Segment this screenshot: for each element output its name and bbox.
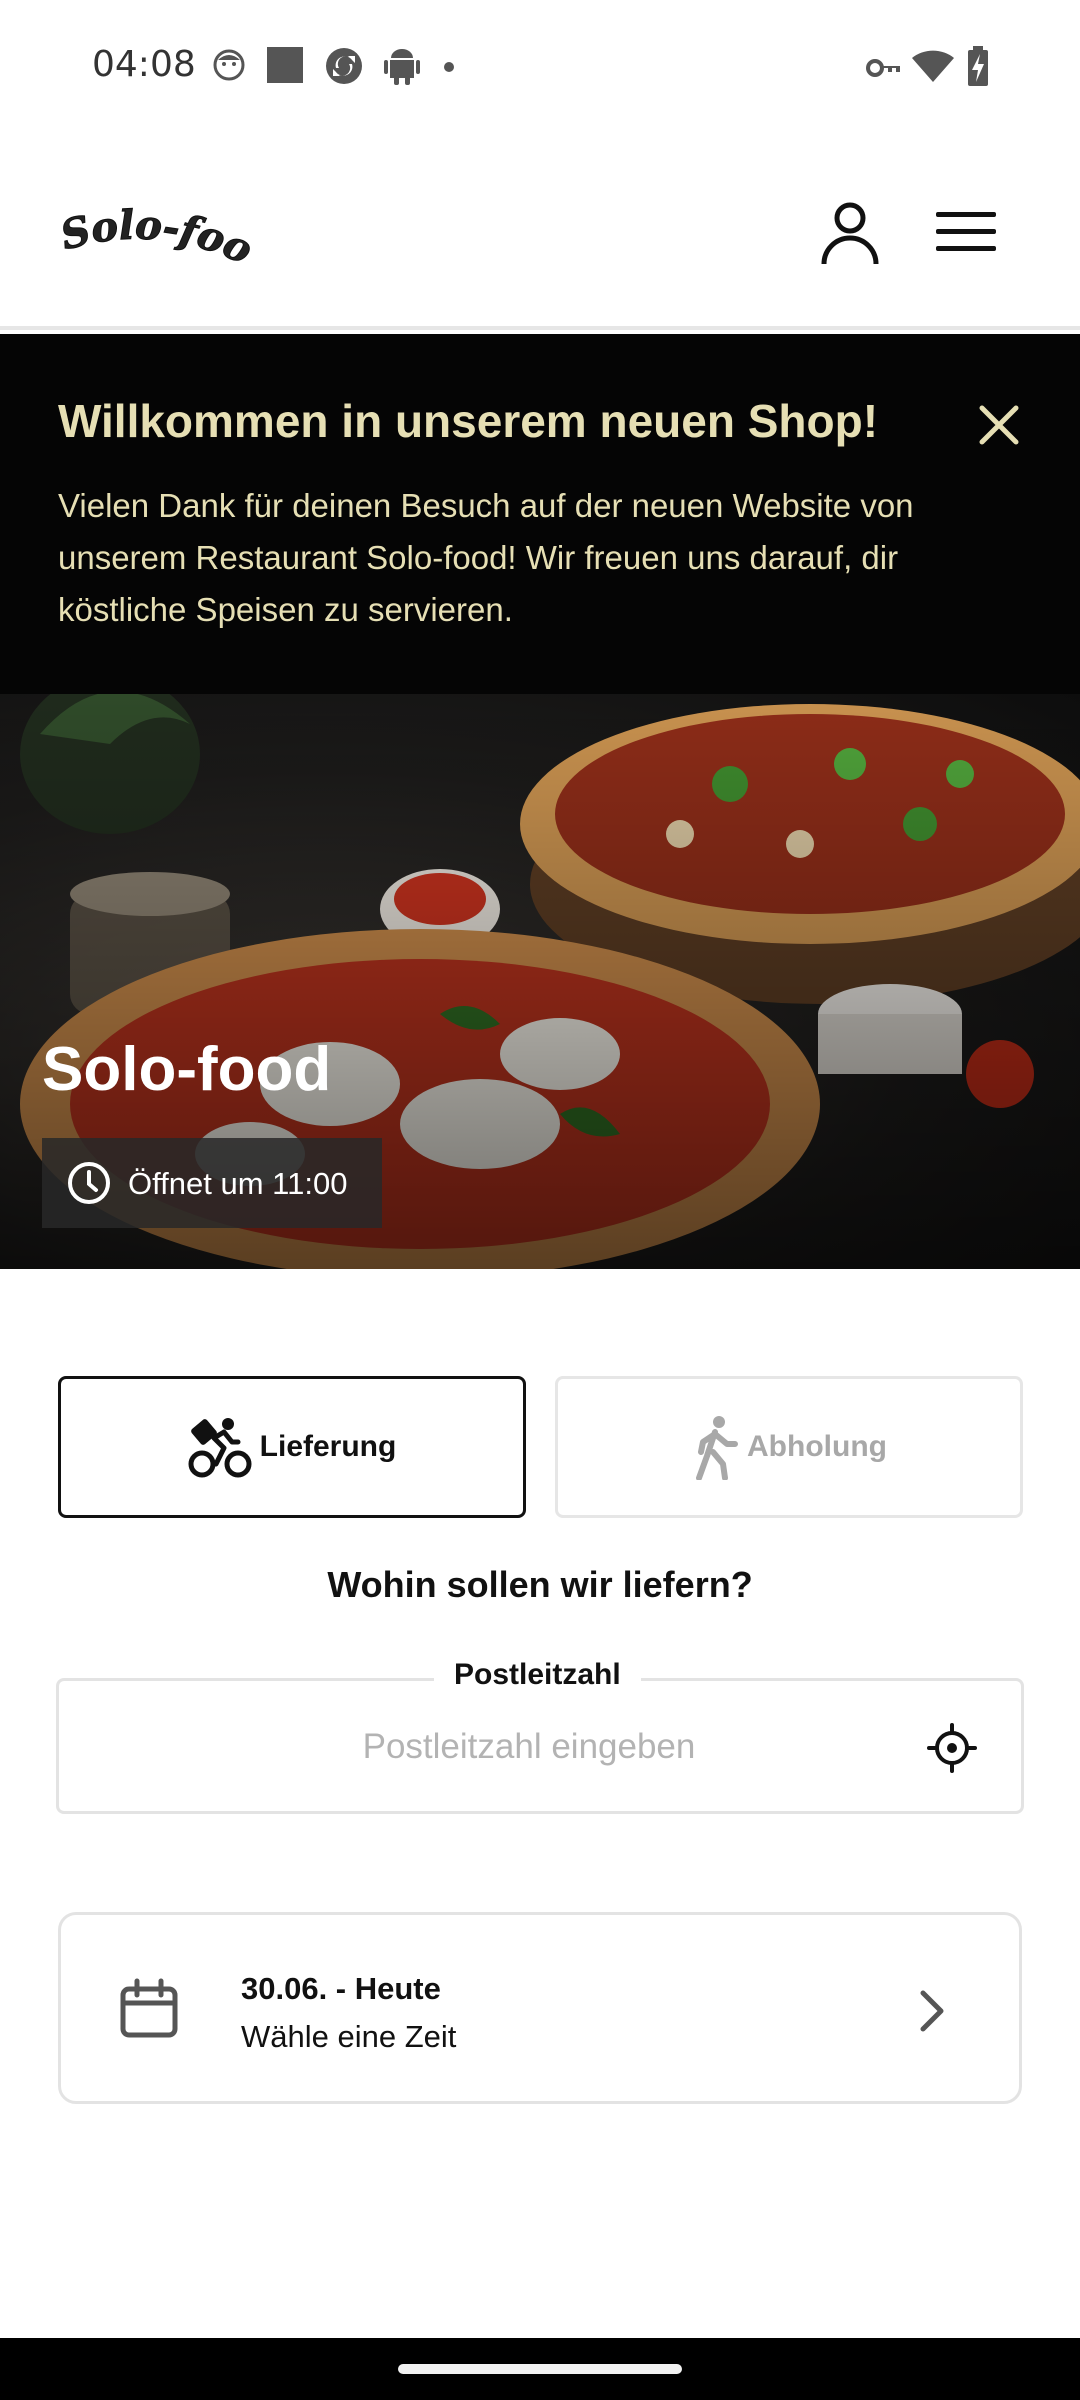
- sync-icon: [326, 48, 362, 84]
- pickup-label: Abholung: [747, 1430, 887, 1463]
- postal-code-input[interactable]: [209, 1715, 849, 1779]
- chevron-right-icon: [920, 1990, 944, 2032]
- home-gesture-handle[interactable]: [398, 2364, 682, 2374]
- delivery-question: Wohin sollen wir liefern?: [327, 1564, 753, 1605]
- logo-text: Solo-food: [46, 153, 260, 275]
- hamburger-icon[interactable]: [930, 196, 1002, 268]
- bicycle-courier-icon: [188, 1418, 252, 1478]
- delivery-label: Lieferung: [259, 1430, 397, 1463]
- key-icon: [866, 59, 900, 77]
- dot-icon: [444, 62, 454, 72]
- svg-text:Solo-food: Solo-food: [60, 190, 259, 274]
- postal-code-label: Postleitzahl: [434, 1658, 641, 1692]
- opening-hours-badge: Öffnet um 11:00: [42, 1138, 382, 1228]
- delivery-time-selector[interactable]: 30.06. - Heute Wähle eine Zeit: [58, 1912, 1022, 2104]
- status-bar: 04:08: [0, 0, 1080, 130]
- android-icon: [384, 49, 420, 85]
- battery-charging-icon: [968, 46, 988, 86]
- square-icon: [267, 47, 303, 83]
- opening-hours-text: Öffnet um 11:00: [128, 1166, 348, 1201]
- delivery-date: 30.06. - Heute: [241, 1971, 441, 2006]
- person-icon[interactable]: [814, 196, 886, 268]
- logo-wordmark: Solo-food: [46, 153, 260, 275]
- pickup-button[interactable]: Abholung: [555, 1376, 1023, 1518]
- restaurant-name: Solo-food: [42, 1035, 332, 1104]
- time-hint: Wähle eine Zeit: [241, 2019, 457, 2054]
- banner-text: Vielen Dank für deinen Besuch auf der ne…: [58, 487, 914, 628]
- face-icon: [213, 49, 245, 81]
- welcome-banner: Willkommen in unserem neuen Shop! Vielen…: [0, 334, 1080, 694]
- system-nav-bar: [0, 2338, 1080, 2400]
- delivery-button[interactable]: Lieferung: [58, 1376, 526, 1518]
- postal-code-field[interactable]: [56, 1678, 1024, 1814]
- status-time: 04:08: [92, 44, 196, 85]
- crosshair-icon[interactable]: [927, 1723, 977, 1773]
- app-header: Solo-food: [0, 130, 1080, 330]
- logo[interactable]: Solo-food: [46, 153, 260, 290]
- banner-title: Willkommen in unserem neuen Shop!: [58, 395, 879, 447]
- wifi-icon: [912, 50, 954, 82]
- calendar-icon: [120, 1978, 178, 2038]
- hero-image: Solo-food Öffnet um 11:00: [0, 694, 1080, 1269]
- walking-person-icon: [696, 1416, 739, 1480]
- clock-icon: [68, 1162, 110, 1204]
- close-icon[interactable]: [974, 400, 1024, 450]
